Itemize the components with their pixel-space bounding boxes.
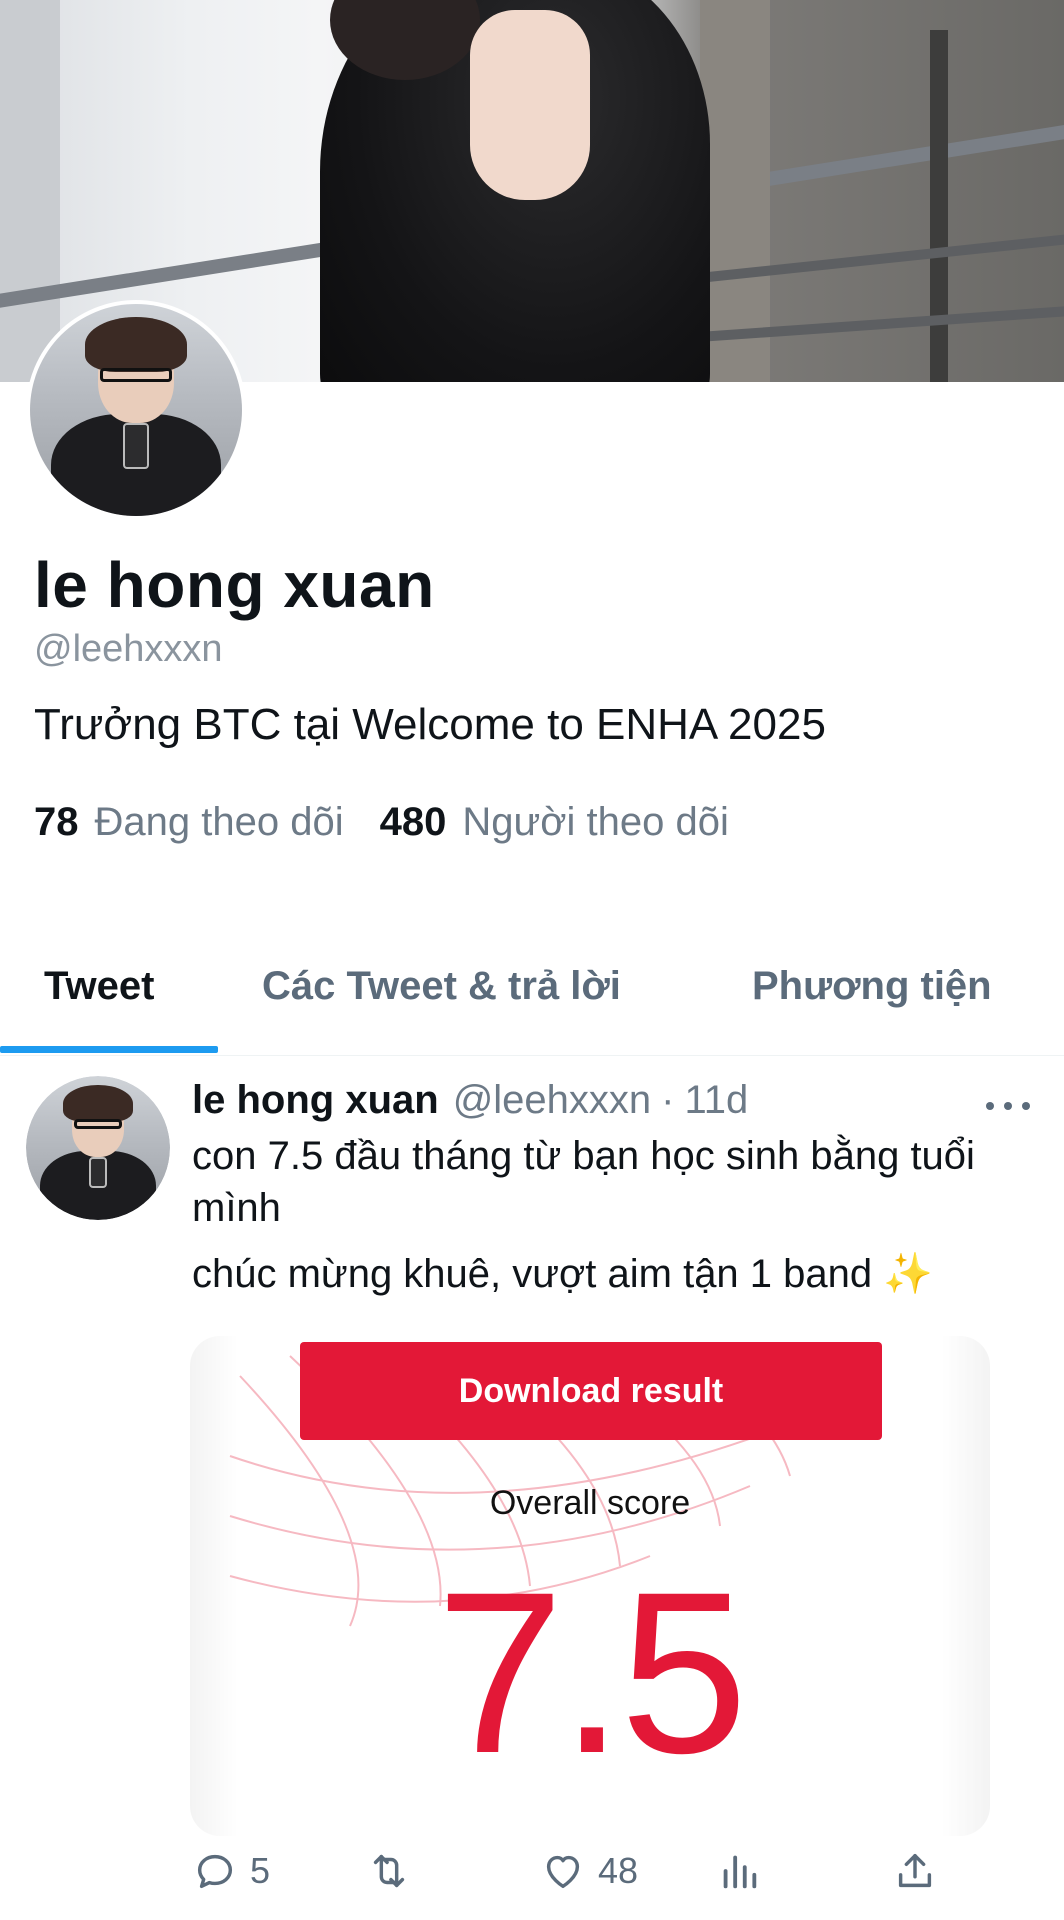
banner-person-hand [470, 10, 590, 200]
avatar-glasses [99, 367, 173, 383]
tweet-text-line-1: con 7.5 đầu tháng từ bạn học sinh bằng t… [192, 1134, 975, 1230]
avatar-glasses [73, 1119, 123, 1130]
tweet-timestamp[interactable]: 11d [685, 1078, 749, 1123]
more-horizontal-icon[interactable] [986, 1086, 1030, 1126]
share-button[interactable] [892, 1848, 938, 1894]
tweet-separator: · [661, 1078, 675, 1122]
profile-stats: 78 Đang theo dõi 480 Người theo dõi [34, 800, 729, 845]
retweet-icon [373, 1854, 405, 1888]
like-count: 48 [598, 1850, 639, 1891]
followers-label: Người theo dõi [462, 800, 729, 844]
banner-wall [0, 0, 60, 382]
avatar-hair [85, 316, 187, 372]
more-dot [1022, 1102, 1030, 1110]
tab-tweets-and-replies[interactable]: Các Tweet & trả lời [262, 964, 621, 1009]
tweet-author-avatar[interactable] [26, 1076, 170, 1220]
views-chart-icon [723, 1855, 757, 1889]
tweet-media[interactable]: Download result Overall score 7.5 [190, 1336, 990, 1836]
reply-icon [197, 1854, 233, 1889]
tab-tweets[interactable]: Tweet [44, 964, 154, 1009]
tweet-avatar-image [26, 1076, 170, 1220]
profile-handle: @leehxxxn [34, 628, 223, 670]
overall-score-label: Overall score [489, 1484, 691, 1522]
reply-button[interactable]: 5 [192, 1848, 270, 1894]
retweet-button[interactable] [366, 1848, 424, 1894]
tweet-text-line-2: chúc mừng khuê, vượt aim tận 1 band ✨ [192, 1252, 934, 1296]
banner-door-frame [930, 30, 948, 382]
following-label: Đang theo dõi [94, 800, 344, 844]
profile-avatar-image [30, 304, 242, 516]
more-dot [1004, 1102, 1012, 1110]
tab-media[interactable]: Phương tiện [752, 964, 992, 1009]
following-link[interactable]: 78 Đang theo dõi [34, 800, 344, 845]
following-count: 78 [34, 800, 79, 844]
tabs-divider [0, 1055, 1064, 1056]
views-button[interactable] [716, 1848, 762, 1894]
profile-avatar[interactable] [26, 300, 246, 520]
like-button[interactable]: 48 [540, 1848, 638, 1894]
share-icon [898, 1853, 932, 1888]
tweet-header: le hong xuan @leehxxxn · 11d [192, 1078, 748, 1123]
tweet-author-name[interactable]: le hong xuan [192, 1078, 439, 1123]
profile-display-name: le hong xuan [34, 549, 435, 621]
followers-link[interactable]: 480 Người theo dõi [380, 800, 729, 845]
heart-icon [546, 1855, 580, 1889]
overall-score-value: 7.5 [436, 1544, 748, 1801]
more-dot [986, 1102, 994, 1110]
banner-door [700, 0, 770, 382]
tweet-actions: 5 48 [0, 1840, 1064, 1910]
followers-count: 480 [379, 800, 447, 844]
avatar-phone [89, 1156, 107, 1189]
avatar-phone [123, 422, 149, 470]
download-result-button: Download result [300, 1342, 882, 1440]
profile-tabs: Tweet Các Tweet & trả lời Phương tiện [0, 940, 1064, 1056]
tweet-author-handle[interactable]: @leehxxxn [453, 1078, 651, 1123]
reply-count: 5 [250, 1850, 271, 1891]
avatar-hair [63, 1084, 133, 1123]
profile-bio: Trưởng BTC tại Welcome to ENHA 2025 [34, 700, 826, 749]
active-tab-indicator [0, 1046, 218, 1053]
